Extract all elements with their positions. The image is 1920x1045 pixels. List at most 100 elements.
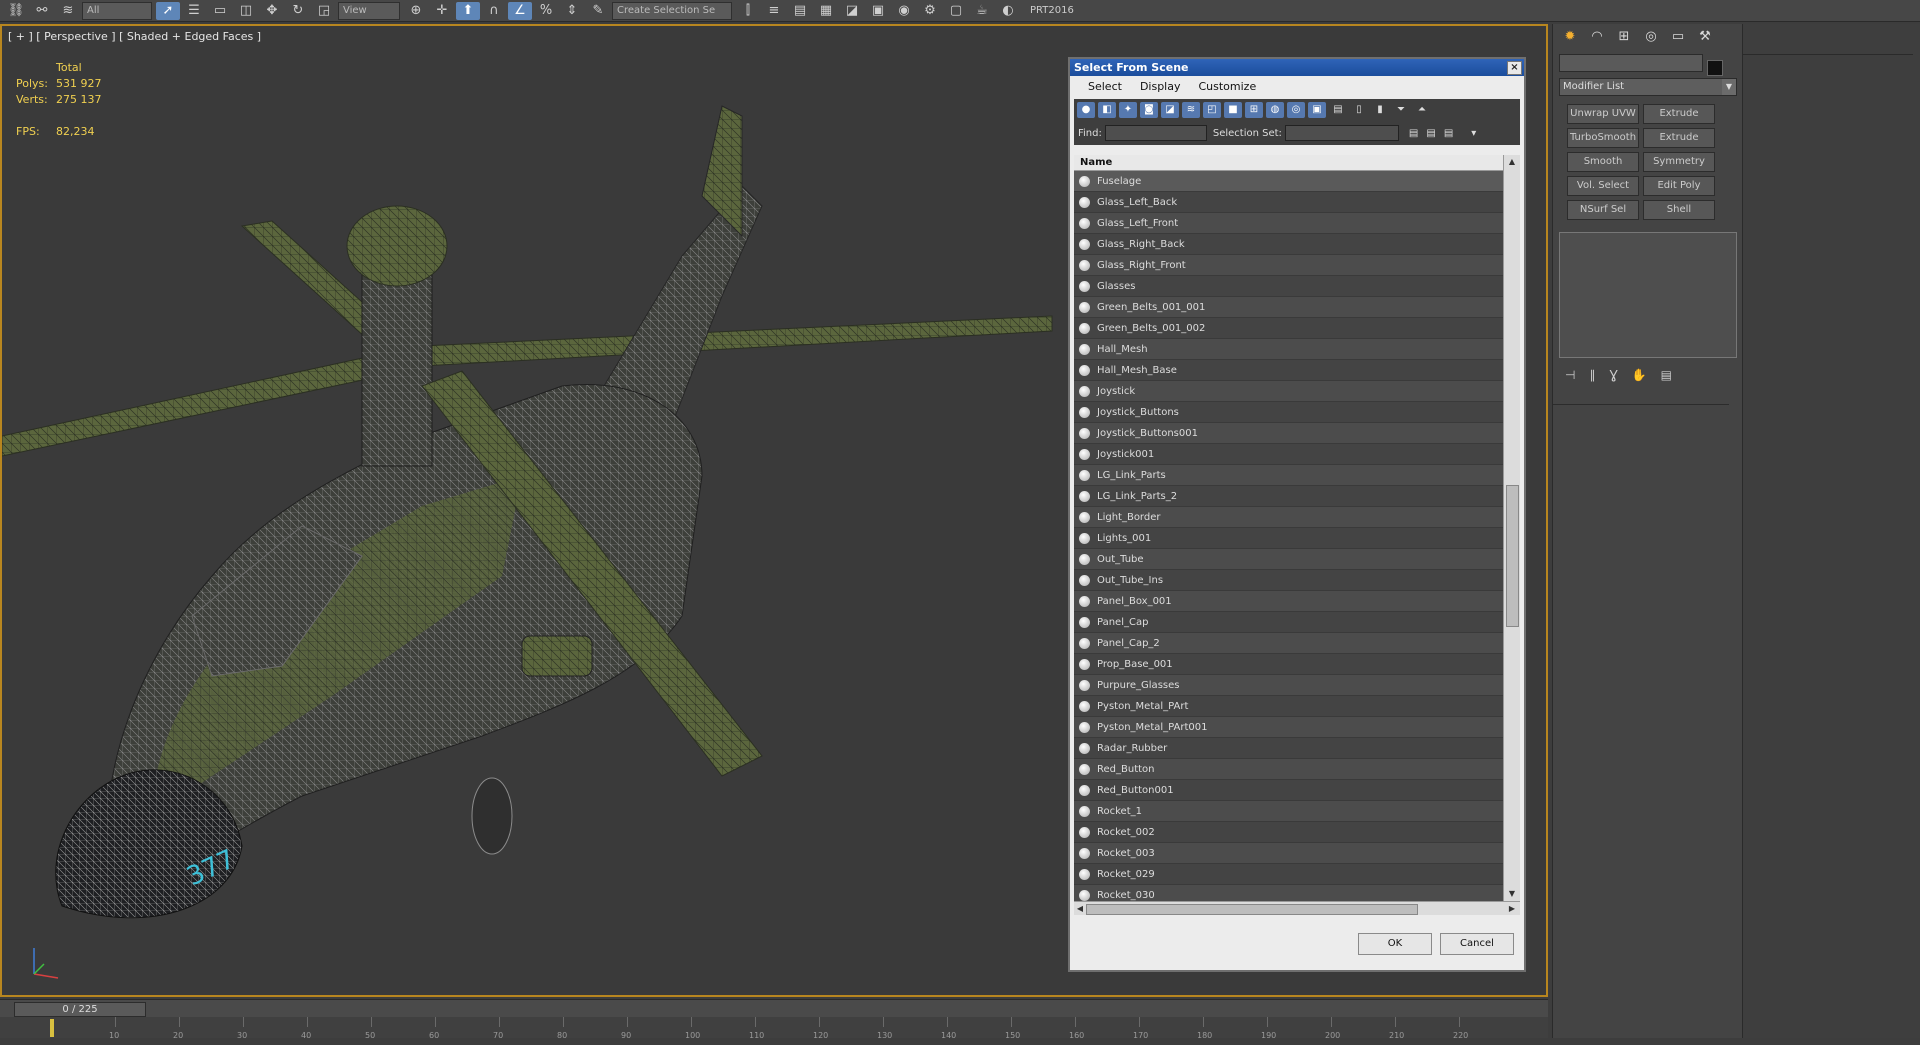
list-item[interactable]: Rocket_029	[1074, 864, 1504, 885]
list-item[interactable]: Joystick_Buttons001	[1074, 423, 1504, 444]
dialog-title-bar[interactable]: Select From Scene ×	[1070, 59, 1524, 76]
scroll-left-icon[interactable]: ◀	[1074, 902, 1086, 915]
display-none-icon[interactable]: ▯	[1350, 102, 1368, 118]
scale-icon[interactable]: ◲	[312, 2, 336, 20]
find-input[interactable]	[1104, 125, 1207, 141]
list-item[interactable]: Rocket_002	[1074, 822, 1504, 843]
filter-options-icon[interactable]: ⏶	[1413, 102, 1431, 118]
unlink-icon[interactable]: ⚯	[30, 2, 54, 20]
list-item[interactable]: Panel_Box_001	[1074, 591, 1504, 612]
edit-selection-set-icon[interactable]: ▤	[1444, 128, 1453, 139]
mirror-icon[interactable]: ⫿	[736, 2, 760, 20]
list-item[interactable]: Green_Belts_001_002	[1074, 318, 1504, 339]
time-slider[interactable]: 0 / 225	[14, 1002, 146, 1017]
chevron-down-icon[interactable]: ▼	[1722, 79, 1736, 95]
modifier-button[interactable]: Extrude	[1643, 104, 1715, 124]
schematic-view-icon[interactable]: ▣	[866, 2, 890, 20]
modifier-button[interactable]: Smooth	[1567, 152, 1639, 172]
list-item[interactable]: Glass_Right_Back	[1074, 234, 1504, 255]
select-manipulate-icon[interactable]: ✛	[430, 2, 454, 20]
modifier-button[interactable]: Extrude	[1643, 128, 1715, 148]
keyboard-shortcut-icon[interactable]: ⬆	[456, 1, 480, 20]
modifier-button[interactable]: Edit Poly	[1643, 176, 1715, 196]
modifier-button[interactable]: Vol. Select	[1567, 176, 1639, 196]
remove-modifier-icon[interactable]: ✋	[1632, 368, 1647, 382]
create-tab-icon[interactable]: ✹	[1559, 28, 1581, 46]
display-tab-icon[interactable]: ▭	[1667, 28, 1689, 46]
list-item[interactable]: Hall_Mesh_Base	[1074, 360, 1504, 381]
particle-filter-icon[interactable]: ◍	[1266, 102, 1284, 118]
list-item[interactable]: Red_Button001	[1074, 780, 1504, 801]
list-item[interactable]: Glass_Left_Front	[1074, 213, 1504, 234]
list-item[interactable]: Panel_Cap_2	[1074, 633, 1504, 654]
select-by-name-icon[interactable]: ☰	[182, 2, 206, 20]
rect-selection-icon[interactable]: ▭	[208, 2, 232, 20]
pivot-icon[interactable]: ⊕	[404, 2, 428, 20]
modifier-button[interactable]: TurboSmooth	[1567, 128, 1639, 148]
list-item[interactable]: Light_Border	[1074, 507, 1504, 528]
make-unique-icon[interactable]: Ɣ	[1609, 368, 1617, 382]
rotate-icon[interactable]: ↻	[286, 2, 310, 20]
cancel-button[interactable]: Cancel	[1440, 933, 1514, 955]
object-color-swatch[interactable]	[1707, 60, 1723, 76]
add-selection-set-icon[interactable]: ▤	[1409, 128, 1418, 139]
list-item[interactable]: Pyston_Metal_PArt	[1074, 696, 1504, 717]
list-item[interactable]: Pyston_Metal_PArt001	[1074, 717, 1504, 738]
camera-filter-icon[interactable]: ◙	[1140, 102, 1158, 118]
render-teapot-icon[interactable]: ☕	[970, 2, 994, 20]
material-editor-icon[interactable]: ◉	[892, 2, 916, 20]
list-item[interactable]: Joystick	[1074, 381, 1504, 402]
list-item[interactable]: Lights_001	[1074, 528, 1504, 549]
spinner-snap-icon[interactable]: ⇕	[560, 2, 584, 20]
modifier-button[interactable]: NSurf Sel	[1567, 200, 1639, 220]
scroll-thumb[interactable]	[1506, 485, 1519, 627]
scroll-down-icon[interactable]: ▼	[1504, 887, 1520, 901]
modifier-button[interactable]: Unwrap UVW	[1567, 104, 1639, 124]
modifier-button[interactable]: Shell	[1643, 200, 1715, 220]
helper-filter-icon[interactable]: ◪	[1161, 102, 1179, 118]
modifier-list-dropdown[interactable]: Modifier List ▼	[1559, 78, 1737, 96]
configure-sets-icon[interactable]: ▤	[1661, 368, 1672, 382]
shape-filter-icon[interactable]: ◧	[1098, 102, 1116, 118]
list-item[interactable]: Panel_Cap	[1074, 612, 1504, 633]
layer-manager-icon[interactable]: ▤	[788, 2, 812, 20]
remove-selection-set-icon[interactable]: ▤	[1426, 128, 1435, 139]
list-item[interactable]: Out_Tube	[1074, 549, 1504, 570]
graphite-tools-icon[interactable]: ▦	[814, 2, 838, 20]
viewport-label[interactable]: [ + ] [ Perspective ] [ Shaded + Edged F…	[8, 30, 261, 43]
list-item[interactable]: Glass_Left_Back	[1074, 192, 1504, 213]
modify-tab-icon[interactable]: ◠	[1586, 28, 1608, 46]
motion-tab-icon[interactable]: ◎	[1640, 28, 1662, 46]
select-object-icon[interactable]: ➚	[156, 1, 180, 20]
list-item[interactable]: Joystick_Buttons	[1074, 402, 1504, 423]
window-crossing-icon[interactable]: ◫	[234, 2, 258, 20]
name-column-header[interactable]: Name	[1074, 155, 1504, 171]
selection-set-dropdown[interactable]	[1284, 125, 1399, 141]
show-end-result-icon[interactable]: ∥	[1589, 368, 1595, 382]
named-selection-dropdown[interactable]: Create Selection Se	[612, 1, 732, 20]
scroll-up-icon[interactable]: ▲	[1504, 155, 1520, 169]
list-item[interactable]: Out_Tube_Ins	[1074, 570, 1504, 591]
vertical-scrollbar[interactable]: ▲ ▼	[1503, 155, 1520, 901]
display-all-icon[interactable]: ▤	[1329, 102, 1347, 118]
move-icon[interactable]: ✥	[260, 2, 284, 20]
edit-named-sel-icon[interactable]: ✎	[586, 2, 610, 20]
list-item[interactable]: Glass_Right_Front	[1074, 255, 1504, 276]
list-item[interactable]: Red_Button	[1074, 759, 1504, 780]
list-item[interactable]: Rocket_030	[1074, 885, 1504, 901]
render-setup-icon[interactable]: ⚙	[918, 2, 942, 20]
link-icon[interactable]: ⛓	[4, 2, 28, 20]
list-item[interactable]: LG_Link_Parts	[1074, 465, 1504, 486]
menu-select[interactable]: Select	[1088, 80, 1122, 93]
light-filter-icon[interactable]: ✦	[1119, 102, 1137, 118]
bone-filter-icon[interactable]: ⊞	[1245, 102, 1263, 118]
list-item[interactable]: LG_Link_Parts_2	[1074, 486, 1504, 507]
curve-editor-icon[interactable]: ◪	[840, 2, 864, 20]
list-item[interactable]: Glasses	[1074, 276, 1504, 297]
frozen-filter-icon[interactable]: ▣	[1308, 102, 1326, 118]
invert-display-icon[interactable]: ▮	[1371, 102, 1389, 118]
utilities-tab-icon[interactable]: ⚒	[1694, 28, 1716, 46]
render-frame-icon[interactable]: ▢	[944, 2, 968, 20]
chevron-down-icon[interactable]: ▾	[1471, 128, 1476, 139]
list-item[interactable]: Hall_Mesh	[1074, 339, 1504, 360]
